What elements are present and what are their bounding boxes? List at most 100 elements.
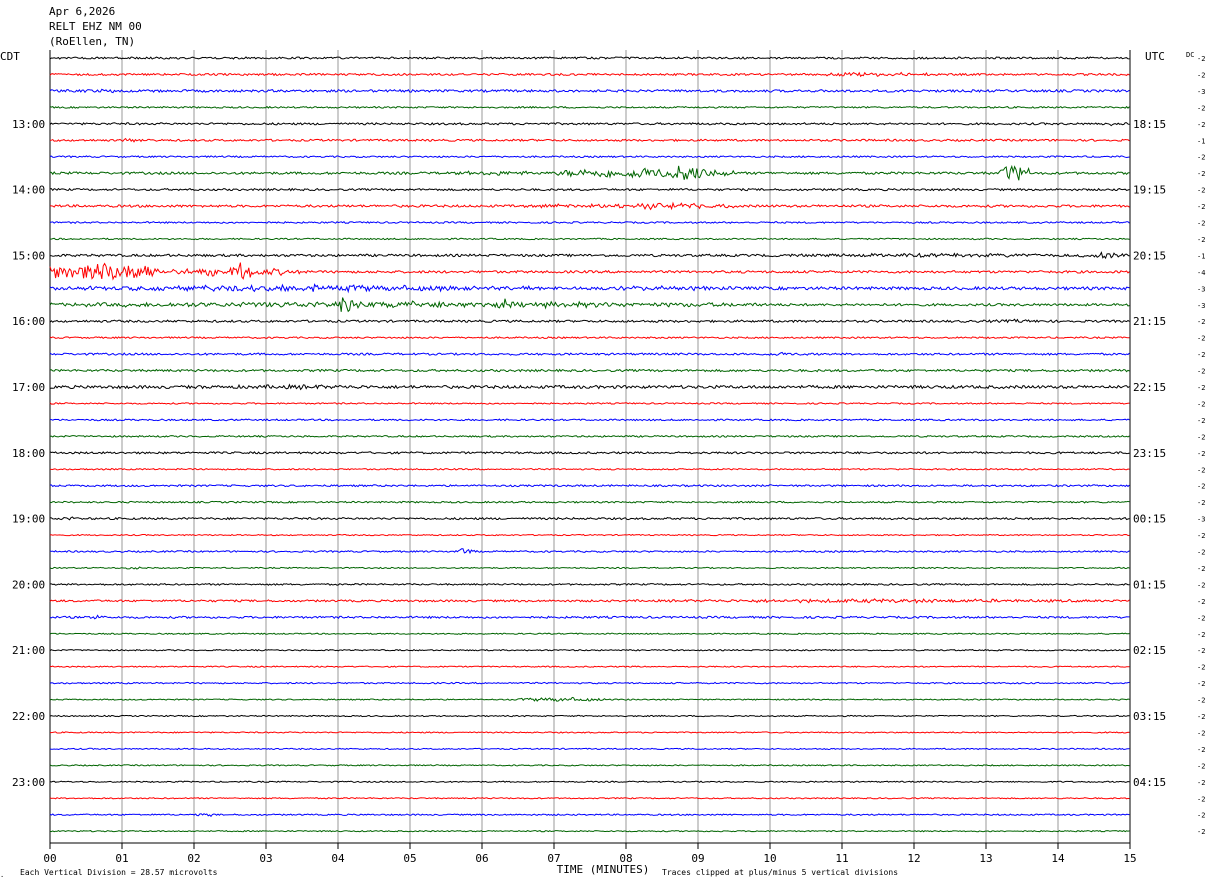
- dc-offset-labels: -2 -2 -3 -2 -2 -1 -2 -2 -2 -2 -2 -2 -1 -4 -3 -3 -2 -2 -2 -2…: [1197, 55, 1205, 836]
- seismic-trace: [49, 533, 1130, 537]
- right-hour-label: 22:15: [1133, 381, 1166, 394]
- header-date: Apr 6,2026: [49, 5, 115, 18]
- x-tick-label: 12: [907, 852, 920, 865]
- left-zone-label: CDT: [0, 50, 20, 63]
- dc-offset-label: -2: [1197, 236, 1205, 244]
- x-tick-label: 15: [1123, 852, 1136, 865]
- right-hour-label: 03:15: [1133, 710, 1166, 723]
- seismic-trace: [49, 336, 1130, 340]
- left-hour-label: 14:00: [12, 184, 45, 197]
- seismic-trace: [49, 201, 1130, 211]
- x-axis-title: TIME (MINUTES): [557, 863, 650, 876]
- left-hour-label: 23:00: [12, 776, 45, 789]
- seismic-trace: [49, 747, 1130, 751]
- dc-offset-label: -2: [1197, 598, 1205, 606]
- seismic-trace: [49, 105, 1130, 109]
- seismic-trace: [49, 764, 1130, 767]
- left-hour-label: 19:00: [12, 513, 45, 526]
- seismic-trace: [49, 187, 1130, 192]
- seismic-trace: [49, 122, 1130, 127]
- right-hour-label: 00:15: [1133, 513, 1166, 526]
- seismic-trace: [49, 797, 1130, 800]
- dc-offset-label: -4: [1197, 269, 1205, 277]
- x-tick-label: 04: [331, 852, 345, 865]
- seismic-trace: [49, 548, 1130, 555]
- seismic-trace: [49, 516, 1130, 521]
- dc-offset-label: -2: [1197, 433, 1205, 441]
- seismic-trace: [49, 714, 1130, 718]
- dc-offset-label: -2: [1197, 400, 1205, 408]
- header-location: (RoEllen, TN): [49, 35, 135, 48]
- right-zone-label: UTC: [1145, 50, 1165, 63]
- seismic-trace: [49, 137, 1130, 143]
- left-hour-label: 15:00: [12, 249, 45, 262]
- x-tick-label: 06: [475, 852, 488, 865]
- dc-offset-label: -2: [1197, 828, 1205, 836]
- dc-offset-label: -2: [1197, 812, 1205, 820]
- seismic-trace: [49, 155, 1130, 159]
- dc-offset-label: -2: [1197, 614, 1205, 622]
- dc-offset-label: -2: [1197, 335, 1205, 343]
- x-tick-label: 01: [115, 852, 128, 865]
- right-hour-label: 20:15: [1133, 249, 1166, 262]
- seismic-trace: [49, 220, 1130, 225]
- seismic-trace: [49, 164, 1130, 181]
- dc-offset-label: -2: [1197, 170, 1205, 178]
- dc-offset-label: -2: [1197, 664, 1205, 672]
- seismic-trace: [49, 88, 1130, 94]
- dc-offset-label: -1: [1197, 137, 1205, 145]
- dc-offset-label: -2: [1197, 631, 1205, 639]
- dc-offset-label: -2: [1197, 71, 1205, 79]
- seismic-trace: [49, 665, 1130, 668]
- seismic-trace: [49, 484, 1130, 488]
- dc-offset-label: -2: [1197, 187, 1205, 195]
- seismic-trace: [49, 598, 1130, 604]
- dc-offset-label: -2: [1197, 499, 1205, 507]
- footer-clip-note: Traces clipped at plus/minus 5 vertical …: [662, 868, 898, 877]
- left-hour-label: 22:00: [12, 710, 45, 723]
- left-hour-label: 17:00: [12, 381, 45, 394]
- dc-offset-label: -2: [1197, 532, 1205, 540]
- x-tick-label: 10: [763, 852, 776, 865]
- seismic-trace: [50, 467, 1130, 471]
- seismic-trace: [49, 614, 1130, 620]
- helicorder-chart: Apr 6,2026 RELT EHZ NM 00 (RoEllen, TN) …: [0, 5, 1205, 879]
- right-hour-label: 18:15: [1133, 118, 1166, 131]
- seismic-trace: [49, 283, 1130, 294]
- seismic-trace: [49, 71, 1130, 78]
- left-hour-label: 20:00: [12, 578, 45, 591]
- right-hour-label: 19:15: [1133, 184, 1166, 197]
- dc-offset-label: -2: [1197, 368, 1205, 376]
- right-hour-labels: 18:15 19:15 20:15 21:15 22:15 23:15 00:15 01:15…: [1133, 118, 1166, 789]
- seismic-trace: [50, 731, 1130, 734]
- dc-offset-label: -2: [1197, 762, 1205, 770]
- right-hour-label: 04:15: [1133, 776, 1166, 789]
- seismic-trace: [49, 632, 1130, 635]
- dc-offset-label: -2: [1197, 713, 1205, 721]
- dc-offset-label: -2: [1197, 55, 1205, 63]
- seismic-trace: [49, 318, 1130, 324]
- right-hour-label: 21:15: [1133, 315, 1166, 328]
- seismic-trace: [49, 500, 1130, 504]
- seismic-trace: [49, 780, 1130, 784]
- x-axis: 00 01 02 03 04 05 06 07 08 09 10 11 12 13 14 15: [43, 842, 1137, 865]
- dc-offset-label: -2: [1197, 697, 1205, 705]
- left-hour-label: 13:00: [12, 118, 45, 131]
- left-hour-label: 21:00: [12, 644, 45, 657]
- dc-offset-label: -2: [1197, 417, 1205, 425]
- dc-offset-label: -2: [1197, 351, 1205, 359]
- x-tick-label: 00: [43, 852, 56, 865]
- dc-offset-label: -2: [1197, 384, 1205, 392]
- dc-offset-label: -3: [1197, 302, 1205, 310]
- dc-offset-label: -3: [1197, 88, 1205, 96]
- left-hour-label: 16:00: [12, 315, 45, 328]
- dc-offset-label: -2: [1197, 154, 1205, 162]
- left-hour-labels: 13:00 14:00 15:00 16:00 17:00 18:00 19:00 20:00…: [12, 118, 45, 789]
- dc-offset-label: -2: [1197, 779, 1205, 787]
- dc-offset-label: -2: [1197, 220, 1205, 228]
- seismic-traces: [49, 56, 1130, 833]
- dc-offset-label: -2: [1197, 795, 1205, 803]
- footer-mark-icon: .: [0, 871, 4, 879]
- dc-offset-label: -2: [1197, 746, 1205, 754]
- seismic-trace: [49, 681, 1130, 685]
